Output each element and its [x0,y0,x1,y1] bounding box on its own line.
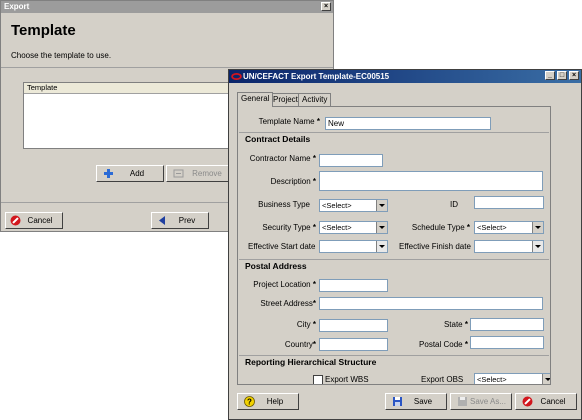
chevron-down-icon [376,222,387,233]
cancel-icon [10,215,21,226]
security-type-label: Security Type * [262,223,316,232]
help-icon: ? [244,396,255,407]
arrow-left-icon [159,216,165,225]
chevron-down-icon [532,222,543,233]
tab-project-label: Project [273,95,298,104]
cancel-icon [522,396,533,407]
tab-general-label: General [241,94,270,103]
city-label: City * [296,320,316,329]
state-field[interactable] [470,318,544,331]
id-label: ID [450,200,458,209]
schedule-type-label: Schedule Type * [411,223,470,232]
export-wbs-label: Export WBS [325,375,369,384]
svg-text:?: ? [247,397,252,406]
id-field[interactable] [474,196,544,209]
contractor-name-label: Contractor Name * [249,154,316,163]
tab-activity[interactable]: Activity [298,93,332,106]
calendar-icon[interactable] [376,241,387,252]
add-button[interactable]: Add [96,165,164,182]
effective-finish-label: Effective Finish date [399,242,471,251]
template-list-header[interactable]: Template [24,83,254,94]
state-label: State * [443,320,468,329]
description-field[interactable] [319,171,543,191]
dialog-title: UN/CEFACT Export Template-EC00515 [243,72,390,81]
plus-icon [104,169,113,178]
calendar-icon[interactable] [532,241,543,252]
help-button[interactable]: ? Help [237,393,299,410]
wizard-heading: Template [11,22,76,39]
effective-start-label: Effective Start date [248,242,316,251]
business-type-label: Business Type [258,200,310,209]
template-list[interactable]: Template [23,82,255,149]
dialog-cancel-button[interactable]: Cancel [515,393,577,410]
chevron-down-icon [376,200,387,211]
dialog-title-bar: UN/CEFACT Export Template-EC00515 _ □ × [229,70,581,83]
save-disk-icon [393,397,402,406]
chevron-down-icon [542,374,550,384]
export-obs-label: Export OBS [421,375,464,384]
effective-finish-date-field[interactable] [474,240,544,253]
oracle-logo-icon [231,73,242,80]
add-button-label: Add [129,169,145,178]
effective-start-date-field[interactable] [319,240,388,253]
wizard-header: Template Choose the template to use. [1,13,333,68]
save-button[interactable]: Save [385,393,447,410]
country-field[interactable] [319,338,388,351]
general-tab-panel: Template Name * New Contract Details Con… [237,106,551,385]
street-address-field[interactable] [319,297,543,310]
remove-button[interactable]: Remove [166,165,234,182]
export-template-dialog: UN/CEFACT Export Template-EC00515 _ □ × … [228,69,582,420]
maximize-icon[interactable]: □ [557,71,567,80]
prev-button-label: Prev [178,216,196,225]
wizard-cancel-label: Cancel [27,216,53,225]
close-icon[interactable]: × [321,2,331,11]
export-title-bar: Export × [1,1,333,13]
template-name-label: Template Name * [258,117,320,126]
postal-address-section: Postal Address [239,259,549,271]
reporting-structure-section: Reporting Hierarchical Structure [239,355,549,367]
postal-code-field[interactable] [470,336,544,349]
contractor-name-field[interactable] [319,154,383,167]
remove-button-label: Remove [192,169,222,178]
remove-icon [173,169,184,178]
city-field[interactable] [319,319,388,332]
postal-code-label: Postal Code * [419,340,468,349]
tab-general[interactable]: General [237,92,274,107]
export-wbs-checkbox[interactable] [313,375,323,384]
export-obs-select[interactable]: <Select> [474,373,550,384]
project-location-label: Project Location * [253,280,316,289]
export-window-title: Export [4,2,30,11]
country-label: Country* [284,340,316,349]
business-type-select[interactable]: <Select> [319,199,388,212]
project-location-field[interactable] [319,279,388,292]
schedule-type-select[interactable]: <Select> [474,221,544,234]
save-as-button[interactable]: Save As... [450,393,512,410]
street-address-label: Street Address* [260,299,316,308]
wizard-instruction: Choose the template to use. [11,51,112,60]
minimize-icon[interactable]: _ [545,71,555,80]
description-label: Description * [270,177,316,186]
tab-project[interactable]: Project [269,93,302,106]
save-as-icon [458,397,467,406]
contract-details-section: Contract Details [239,132,549,144]
wizard-cancel-button[interactable]: Cancel [5,212,63,229]
save-button-label: Save [413,397,433,406]
prev-button[interactable]: Prev [151,212,209,229]
template-name-field[interactable]: New [325,117,491,130]
close-icon[interactable]: × [569,71,579,80]
help-button-label: Help [266,397,284,406]
tab-activity-label: Activity [302,95,328,104]
security-type-select[interactable]: <Select> [319,221,388,234]
